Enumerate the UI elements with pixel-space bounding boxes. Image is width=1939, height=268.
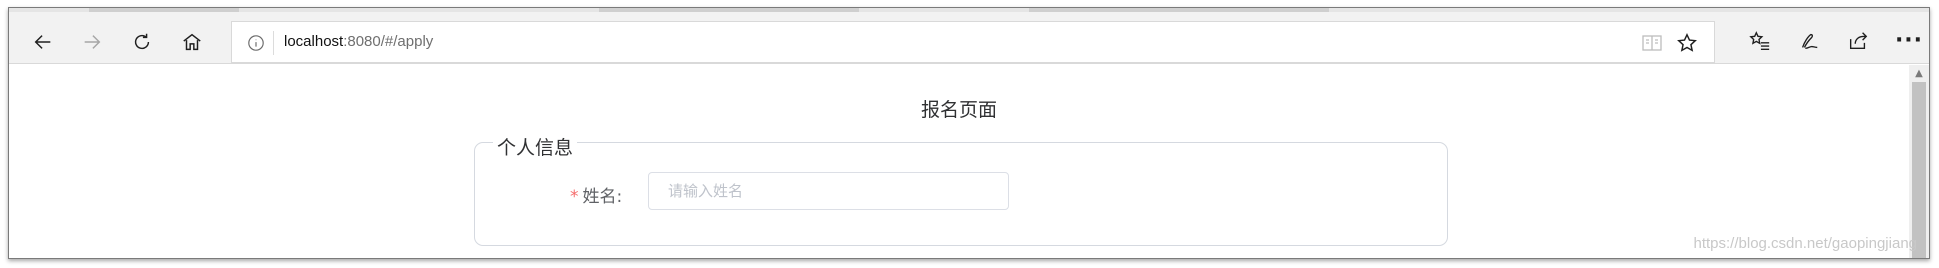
refresh-button[interactable] (126, 26, 158, 58)
more-icon: ··· (1894, 28, 1924, 53)
url-path: :8080/#/apply (343, 33, 434, 50)
required-mark: * (570, 187, 579, 207)
web-note-icon (1801, 33, 1818, 50)
name-input[interactable] (648, 172, 1009, 210)
favorites-list-icon (1749, 31, 1770, 50)
home-icon (183, 33, 201, 51)
tab-strip (9, 8, 1929, 12)
name-field-label: * 姓名: (570, 182, 622, 207)
browser-toolbar: localhost:8080/#/apply ··· (9, 8, 1929, 64)
arrow-right-icon (84, 35, 101, 49)
url-text[interactable]: localhost:8080/#/apply (284, 32, 433, 52)
share-icon (1849, 32, 1868, 50)
favorites-button[interactable] (1744, 25, 1776, 57)
page-title: 报名页面 (920, 99, 997, 121)
back-button[interactable] (27, 26, 59, 58)
tab-segment[interactable] (599, 8, 859, 12)
address-bar[interactable]: localhost:8080/#/apply (231, 21, 1715, 63)
watermark: https://blog.csdn.net/gaopingjiang (1693, 235, 1918, 252)
forward-button[interactable] (76, 26, 108, 58)
arrow-left-icon (34, 35, 51, 49)
scroll-up-icon[interactable]: ▲ (1913, 69, 1925, 79)
page-content: 报名页面 个人信息 * 姓名: (9, 65, 1909, 258)
reading-view-icon[interactable] (1641, 33, 1663, 53)
section-legend: 个人信息 (493, 133, 578, 160)
star-icon[interactable] (1676, 32, 1698, 54)
browser-window: localhost:8080/#/apply ··· 报名页面 个人信息 * 姓名… (8, 7, 1930, 259)
url-host: localhost (284, 33, 344, 50)
name-label-text: 姓名: (582, 187, 623, 207)
tab-segment[interactable] (1029, 8, 1329, 12)
tab-segment[interactable] (89, 8, 239, 12)
vertical-scrollbar[interactable]: ▲ (1909, 65, 1929, 258)
share-button[interactable] (1842, 25, 1874, 57)
web-note-button[interactable] (1793, 25, 1825, 57)
refresh-icon (134, 33, 150, 50)
home-button[interactable] (176, 26, 208, 58)
more-button[interactable]: ··· (1893, 25, 1925, 57)
info-icon[interactable] (247, 34, 265, 52)
address-divider (273, 31, 274, 55)
scroll-thumb[interactable] (1912, 82, 1926, 258)
